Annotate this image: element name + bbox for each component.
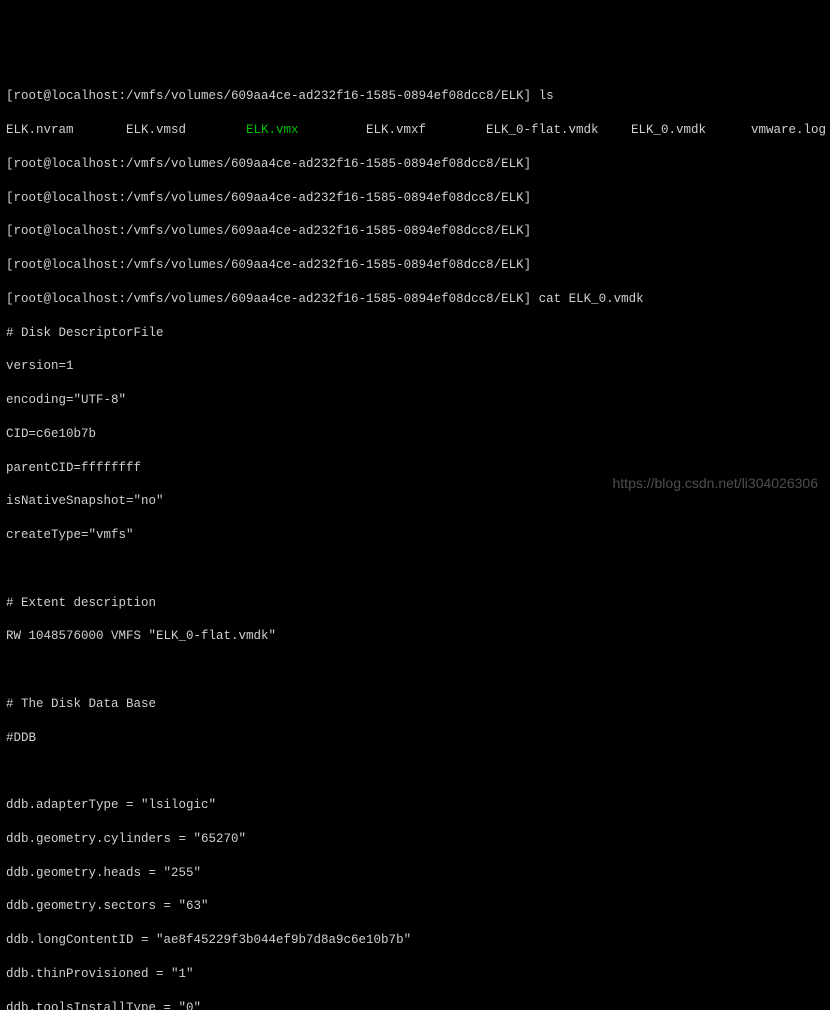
ddb-adaptertype: ddb.adapterType = "lsilogic" <box>6 797 824 814</box>
file-vmwarelog: vmware.log <box>751 122 826 139</box>
blank-line <box>6 662 824 679</box>
watermark-text: https://blog.csdn.net/li304026306 <box>613 474 819 493</box>
ddb-heads: ddb.geometry.heads = "255" <box>6 865 824 882</box>
shell-prompt: [root@localhost:/vmfs/volumes/609aa4ce-a… <box>6 292 531 306</box>
command-cat: cat ELK_0.vmdk <box>539 292 644 306</box>
shell-prompt: [root@localhost:/vmfs/volumes/609aa4ce-a… <box>6 224 531 238</box>
ddb-thinprovisioned: ddb.thinProvisioned = "1" <box>6 966 824 983</box>
vmdk-createtype: createType="vmfs" <box>6 527 824 544</box>
ddb-longcontentid: ddb.longContentID = "ae8f45229f3b044ef9b… <box>6 932 824 949</box>
vmdk-version: version=1 <box>6 358 824 375</box>
shell-prompt: [root@localhost:/vmfs/volumes/609aa4ce-a… <box>6 89 531 103</box>
ls-output-row: ELK.nvramELK.vmsdELK.vmxELK.vmxfELK_0-fl… <box>6 122 824 139</box>
ddb-toolsinstalltype: ddb.toolsInstallType = "0" <box>6 1000 824 1010</box>
ddb-header: # The Disk Data Base <box>6 696 824 713</box>
shell-prompt: [root@localhost:/vmfs/volumes/609aa4ce-a… <box>6 258 531 272</box>
blank-line <box>6 561 824 578</box>
extent-header: # Extent description <box>6 595 824 612</box>
blank-line <box>6 763 824 780</box>
file-flat-vmdk: ELK_0-flat.vmdk <box>486 122 631 139</box>
file-vmxf: ELK.vmxf <box>366 122 486 139</box>
extent-line: RW 1048576000 VMFS "ELK_0-flat.vmdk" <box>6 628 824 645</box>
file-vmx: ELK.vmx <box>246 122 366 139</box>
ddb-tag: #DDB <box>6 730 824 747</box>
vmdk-cid: CID=c6e10b7b <box>6 426 824 443</box>
file-nvram: ELK.nvram <box>6 122 126 139</box>
ddb-sectors: ddb.geometry.sectors = "63" <box>6 898 824 915</box>
vmdk-encoding: encoding="UTF-8" <box>6 392 824 409</box>
ddb-cylinders: ddb.geometry.cylinders = "65270" <box>6 831 824 848</box>
terminal-output: [root@localhost:/vmfs/volumes/609aa4ce-a… <box>6 72 824 1010</box>
command-ls: ls <box>539 89 554 103</box>
file-vmdk: ELK_0.vmdk <box>631 122 751 139</box>
file-vmsd: ELK.vmsd <box>126 122 246 139</box>
vmdk-nativesnapshot: isNativeSnapshot="no" <box>6 493 824 510</box>
vmdk-header: # Disk DescriptorFile <box>6 325 824 342</box>
shell-prompt: [root@localhost:/vmfs/volumes/609aa4ce-a… <box>6 191 531 205</box>
shell-prompt: [root@localhost:/vmfs/volumes/609aa4ce-a… <box>6 157 531 171</box>
